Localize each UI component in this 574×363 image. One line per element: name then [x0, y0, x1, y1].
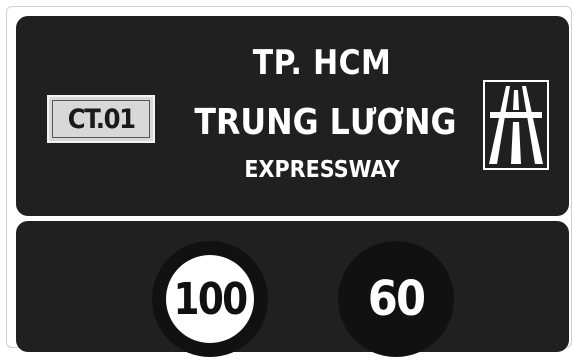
route-shield: CT.01: [47, 95, 155, 143]
max-speed-sign-icon: 60: [336, 239, 456, 359]
route-code: CT.01: [67, 103, 135, 135]
max-speed-value: 60: [367, 271, 426, 327]
min-speed-value: 100: [173, 273, 249, 325]
traffic-sign: CT.01 TP. HCM TRUNG LƯƠNG EXPRESSWAY 100…: [6, 6, 572, 357]
expressway-icon: [483, 80, 549, 170]
min-speed-sign-icon: 100: [150, 239, 270, 359]
destination-line-1: TP. HCM: [252, 43, 392, 83]
speed-panel: [16, 221, 569, 352]
destination-line-3: EXPRESSWAY: [244, 157, 400, 183]
destination-line-2: TRUNG LƯƠNG: [194, 102, 457, 143]
